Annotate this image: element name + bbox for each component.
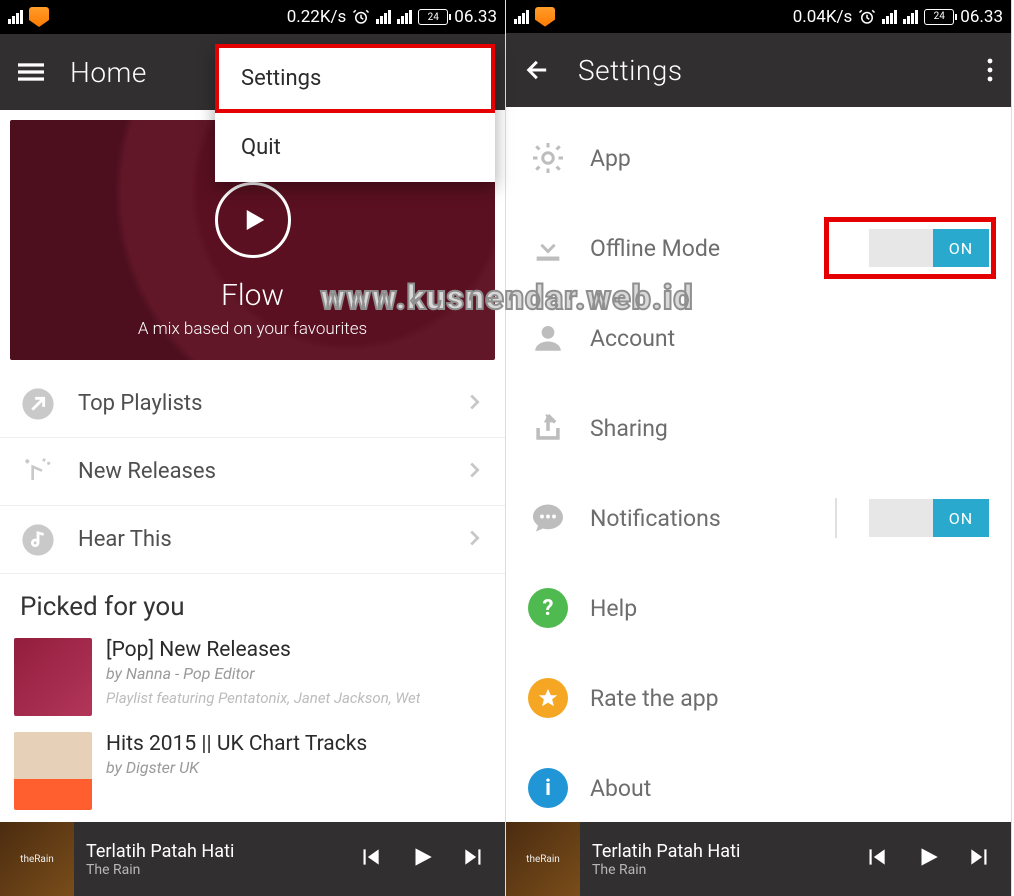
next-icon[interactable] (967, 844, 993, 874)
chevron-right-icon (463, 459, 485, 485)
sim2-signal-icon (903, 10, 918, 24)
gear-icon (528, 138, 568, 178)
help-icon: ? (528, 588, 568, 628)
notifications-toggle[interactable]: ON (869, 499, 989, 537)
picked-desc: Playlist featuring Pentatonix, Janet Jac… (106, 689, 420, 707)
alarm-icon (352, 8, 370, 26)
status-bar: 0.22K/s 24 06.33 (0, 0, 505, 34)
next-icon[interactable] (461, 844, 487, 874)
flow-title: Flow (10, 278, 495, 313)
play-icon[interactable] (409, 844, 435, 874)
track-artist: The Rain (592, 862, 740, 878)
picked-item[interactable]: [Pop] New Releases by Nanna - Pop Editor… (0, 630, 505, 724)
menu-item-settings[interactable]: Settings (215, 44, 495, 113)
picked-item[interactable]: Hits 2015 || UK Chart Tracks by Digster … (0, 724, 505, 818)
share-icon (528, 408, 568, 448)
signal-icon (8, 10, 23, 24)
sim1-signal-icon (376, 10, 391, 24)
info-icon: i (528, 768, 568, 808)
left-phone: 0.22K/s 24 06.33 Home Settings Quit Flow… (0, 0, 506, 896)
app-bar: Settings (506, 33, 1011, 107)
previous-icon[interactable] (863, 844, 889, 874)
overflow-menu: Settings Quit (215, 44, 495, 182)
toggle-on-label: ON (933, 499, 989, 537)
sim2-signal-icon (397, 10, 412, 24)
settings-label: Offline Mode (590, 235, 809, 262)
picked-title: Hits 2015 || UK Chart Tracks (106, 732, 367, 756)
play-icon[interactable] (215, 182, 291, 258)
settings-row-account[interactable]: Account (506, 293, 1011, 383)
alarm-icon (858, 8, 876, 26)
person-icon (528, 318, 568, 358)
picked-by: by Digster UK (106, 758, 367, 777)
now-playing-bar[interactable]: theRain Terlatih Patah Hati The Rain (506, 822, 1011, 896)
menu-icon[interactable] (18, 59, 44, 85)
menu-item-quit[interactable]: Quit (215, 113, 495, 182)
settings-label: Rate the app (590, 685, 989, 712)
settings-row-help[interactable]: ? Help (506, 563, 1011, 653)
playlist-thumbnail (14, 638, 92, 716)
chat-icon (528, 498, 568, 538)
track-artist: The Rain (86, 862, 234, 878)
battery-icon: 24 (418, 9, 448, 25)
signal-icon (514, 10, 529, 24)
picked-by: by Nanna - Pop Editor (106, 664, 420, 683)
track-title: Terlatih Patah Hati (86, 841, 234, 862)
network-speed: 0.04K/s (793, 7, 853, 27)
shield-icon (29, 7, 49, 27)
shield-icon (535, 7, 555, 27)
offline-toggle-highlight: ON (831, 224, 989, 272)
network-speed: 0.22K/s (287, 7, 347, 27)
settings-label: About (590, 775, 989, 802)
flow-subtitle: A mix based on your favourites (10, 319, 495, 339)
download-icon (528, 228, 568, 268)
overflow-icon[interactable] (987, 58, 993, 82)
settings-row-notifications[interactable]: Notifications ON (506, 473, 1011, 563)
play-icon[interactable] (915, 844, 941, 874)
settings-label: Notifications (590, 505, 813, 532)
row-new-releases[interactable]: New Releases (0, 438, 505, 506)
row-label: New Releases (78, 459, 441, 484)
album-art: theRain (506, 822, 580, 896)
chevron-right-icon (463, 391, 485, 417)
settings-row-sharing[interactable]: Sharing (506, 383, 1011, 473)
toggle-on-label: ON (933, 229, 989, 267)
settings-list: App Offline Mode ON Account Sharing (506, 107, 1011, 822)
page-title: Home (70, 56, 147, 89)
clock: 06.33 (960, 7, 1003, 27)
star-icon (528, 678, 568, 718)
clock: 06.33 (454, 7, 497, 27)
picked-title: [Pop] New Releases (106, 638, 420, 662)
settings-label: Sharing (590, 415, 989, 442)
sparkle-icon (20, 454, 56, 490)
right-phone: 0.04K/s 24 06.33 Settings App Offline M (506, 0, 1012, 896)
row-top-playlists[interactable]: Top Playlists (0, 370, 505, 438)
row-hear-this[interactable]: Hear This (0, 506, 505, 574)
arrow-circle-icon (20, 386, 56, 422)
track-title: Terlatih Patah Hati (592, 841, 740, 862)
offline-toggle[interactable]: ON (869, 229, 989, 267)
status-bar: 0.04K/s 24 06.33 (506, 0, 1011, 33)
row-label: Top Playlists (78, 391, 441, 416)
settings-row-about[interactable]: i About (506, 743, 1011, 822)
row-label: Hear This (78, 527, 441, 552)
divider (835, 498, 837, 538)
settings-label: App (590, 145, 989, 172)
previous-icon[interactable] (357, 844, 383, 874)
playlist-thumbnail (14, 732, 92, 810)
picked-section-title: Picked for you (0, 574, 505, 630)
sim1-signal-icon (882, 10, 897, 24)
settings-label: Account (590, 325, 989, 352)
battery-icon: 24 (924, 9, 954, 25)
now-playing-bar[interactable]: theRain Terlatih Patah Hati The Rain (0, 822, 505, 896)
album-art: theRain (0, 822, 74, 896)
settings-row-rate[interactable]: Rate the app (506, 653, 1011, 743)
page-title: Settings (578, 54, 683, 87)
settings-row-offline[interactable]: Offline Mode ON (506, 203, 1011, 293)
back-icon[interactable] (524, 56, 552, 84)
note-circle-icon (20, 522, 56, 558)
settings-label: Help (590, 595, 989, 622)
chevron-right-icon (463, 527, 485, 553)
settings-row-app[interactable]: App (506, 113, 1011, 203)
